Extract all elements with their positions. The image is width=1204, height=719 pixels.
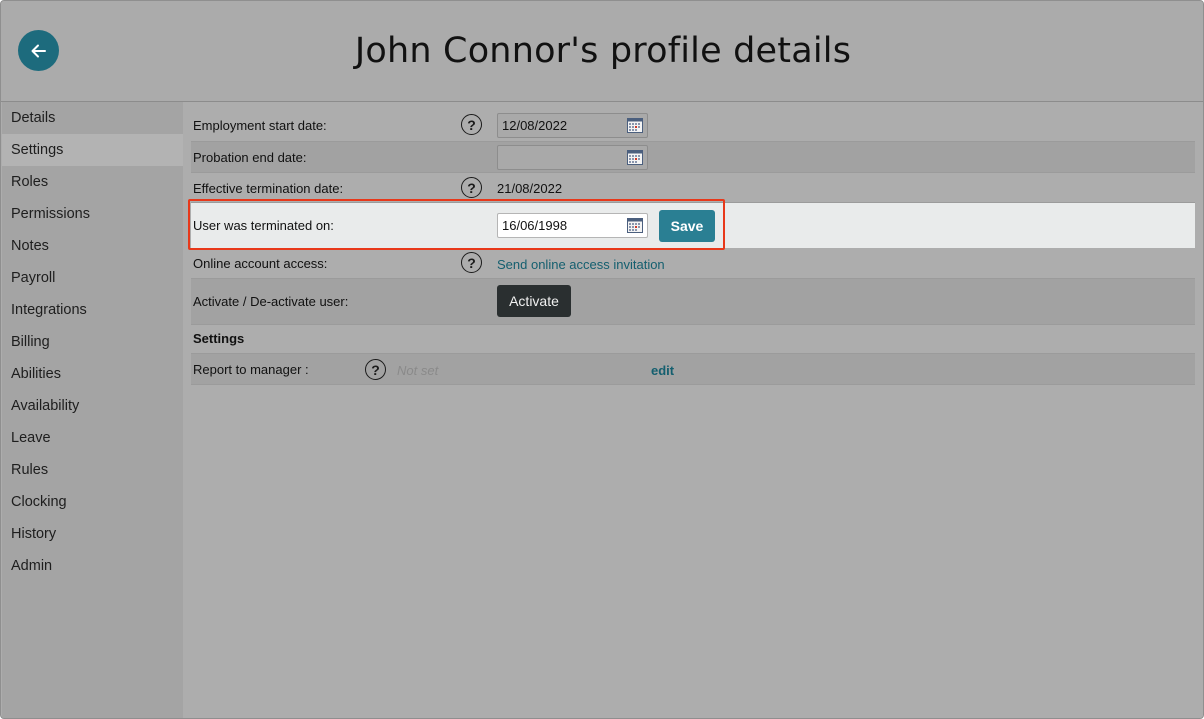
activate-button[interactable]: Activate <box>497 285 571 317</box>
online-access-row: Online account access: ? Send online acc… <box>191 248 1195 279</box>
report-to-manager-row: Report to manager : ? Not set edit <box>191 353 1195 385</box>
question-circle-icon[interactable]: ? <box>461 114 482 135</box>
sidebar-item-payroll[interactable]: Payroll <box>2 262 183 294</box>
sidebar: Details Settings Roles Permissions Notes… <box>2 102 183 718</box>
sidebar-item-settings[interactable]: Settings <box>2 134 183 166</box>
employment-start-date-field[interactable]: 12/08/2022 <box>497 113 648 138</box>
sidebar-item-billing[interactable]: Billing <box>2 326 183 358</box>
sidebar-item-history[interactable]: History <box>2 518 183 550</box>
sidebar-item-details[interactable]: Details <box>2 102 183 134</box>
probation-end-label: Probation end date: <box>193 150 307 165</box>
terminated-on-row: User was terminated on: 16/06/1998 Save <box>191 203 1195 248</box>
activate-row: Activate / De-activate user: Activate <box>191 279 1195 325</box>
sidebar-item-availability[interactable]: Availability <box>2 390 183 422</box>
terminated-on-value: 16/06/1998 <box>502 218 568 233</box>
sidebar-item-clocking[interactable]: Clocking <box>2 486 183 518</box>
effective-termination-label: Effective termination date: <box>193 181 344 196</box>
sidebar-item-rules[interactable]: Rules <box>2 454 183 486</box>
sidebar-item-abilities[interactable]: Abilities <box>2 358 183 390</box>
effective-termination-row: Effective termination date: ? 21/08/2022 <box>191 173 1195 203</box>
activate-label: Activate / De-activate user: <box>193 294 349 309</box>
employment-start-value: 12/08/2022 <box>502 118 568 133</box>
question-circle-icon[interactable]: ? <box>461 177 482 198</box>
save-button[interactable]: Save <box>659 210 715 242</box>
header: John Connor's profile details <box>1 1 1203 102</box>
main-content: Employment start date: ? 12/08/2022 Prob… <box>183 102 1203 718</box>
profile-window: John Connor's profile details Details Se… <box>0 0 1204 719</box>
sidebar-item-permissions[interactable]: Permissions <box>2 198 183 230</box>
online-access-label: Online account access: <box>193 256 328 271</box>
sidebar-item-admin[interactable]: Admin <box>2 550 183 582</box>
effective-termination-value: 21/08/2022 <box>497 181 563 196</box>
sidebar-item-integrations[interactable]: Integrations <box>2 294 183 326</box>
question-circle-icon[interactable]: ? <box>461 252 482 273</box>
sidebar-item-notes[interactable]: Notes <box>2 230 183 262</box>
sidebar-item-roles[interactable]: Roles <box>2 166 183 198</box>
employment-start-label: Employment start date: <box>193 118 327 133</box>
probation-end-row: Probation end date: <box>191 142 1195 173</box>
sidebar-item-leave[interactable]: Leave <box>2 422 183 454</box>
report-to-manager-value: Not set <box>397 363 439 378</box>
edit-manager-link[interactable]: edit <box>651 363 674 378</box>
page-title: John Connor's profile details <box>354 31 852 71</box>
probation-end-date-field[interactable] <box>497 145 648 170</box>
settings-heading: Settings <box>193 331 245 346</box>
question-circle-icon[interactable]: ? <box>365 359 386 380</box>
calendar-icon[interactable] <box>627 118 643 133</box>
report-to-manager-label: Report to manager : <box>193 362 309 377</box>
terminated-on-label: User was terminated on: <box>193 218 334 233</box>
calendar-icon[interactable] <box>627 150 643 165</box>
employment-start-row: Employment start date: ? 12/08/2022 <box>191 111 1195 142</box>
calendar-icon[interactable] <box>627 218 643 233</box>
terminated-on-date-field[interactable]: 16/06/1998 <box>497 213 648 238</box>
send-invitation-link[interactable]: Send online access invitation <box>497 257 665 272</box>
